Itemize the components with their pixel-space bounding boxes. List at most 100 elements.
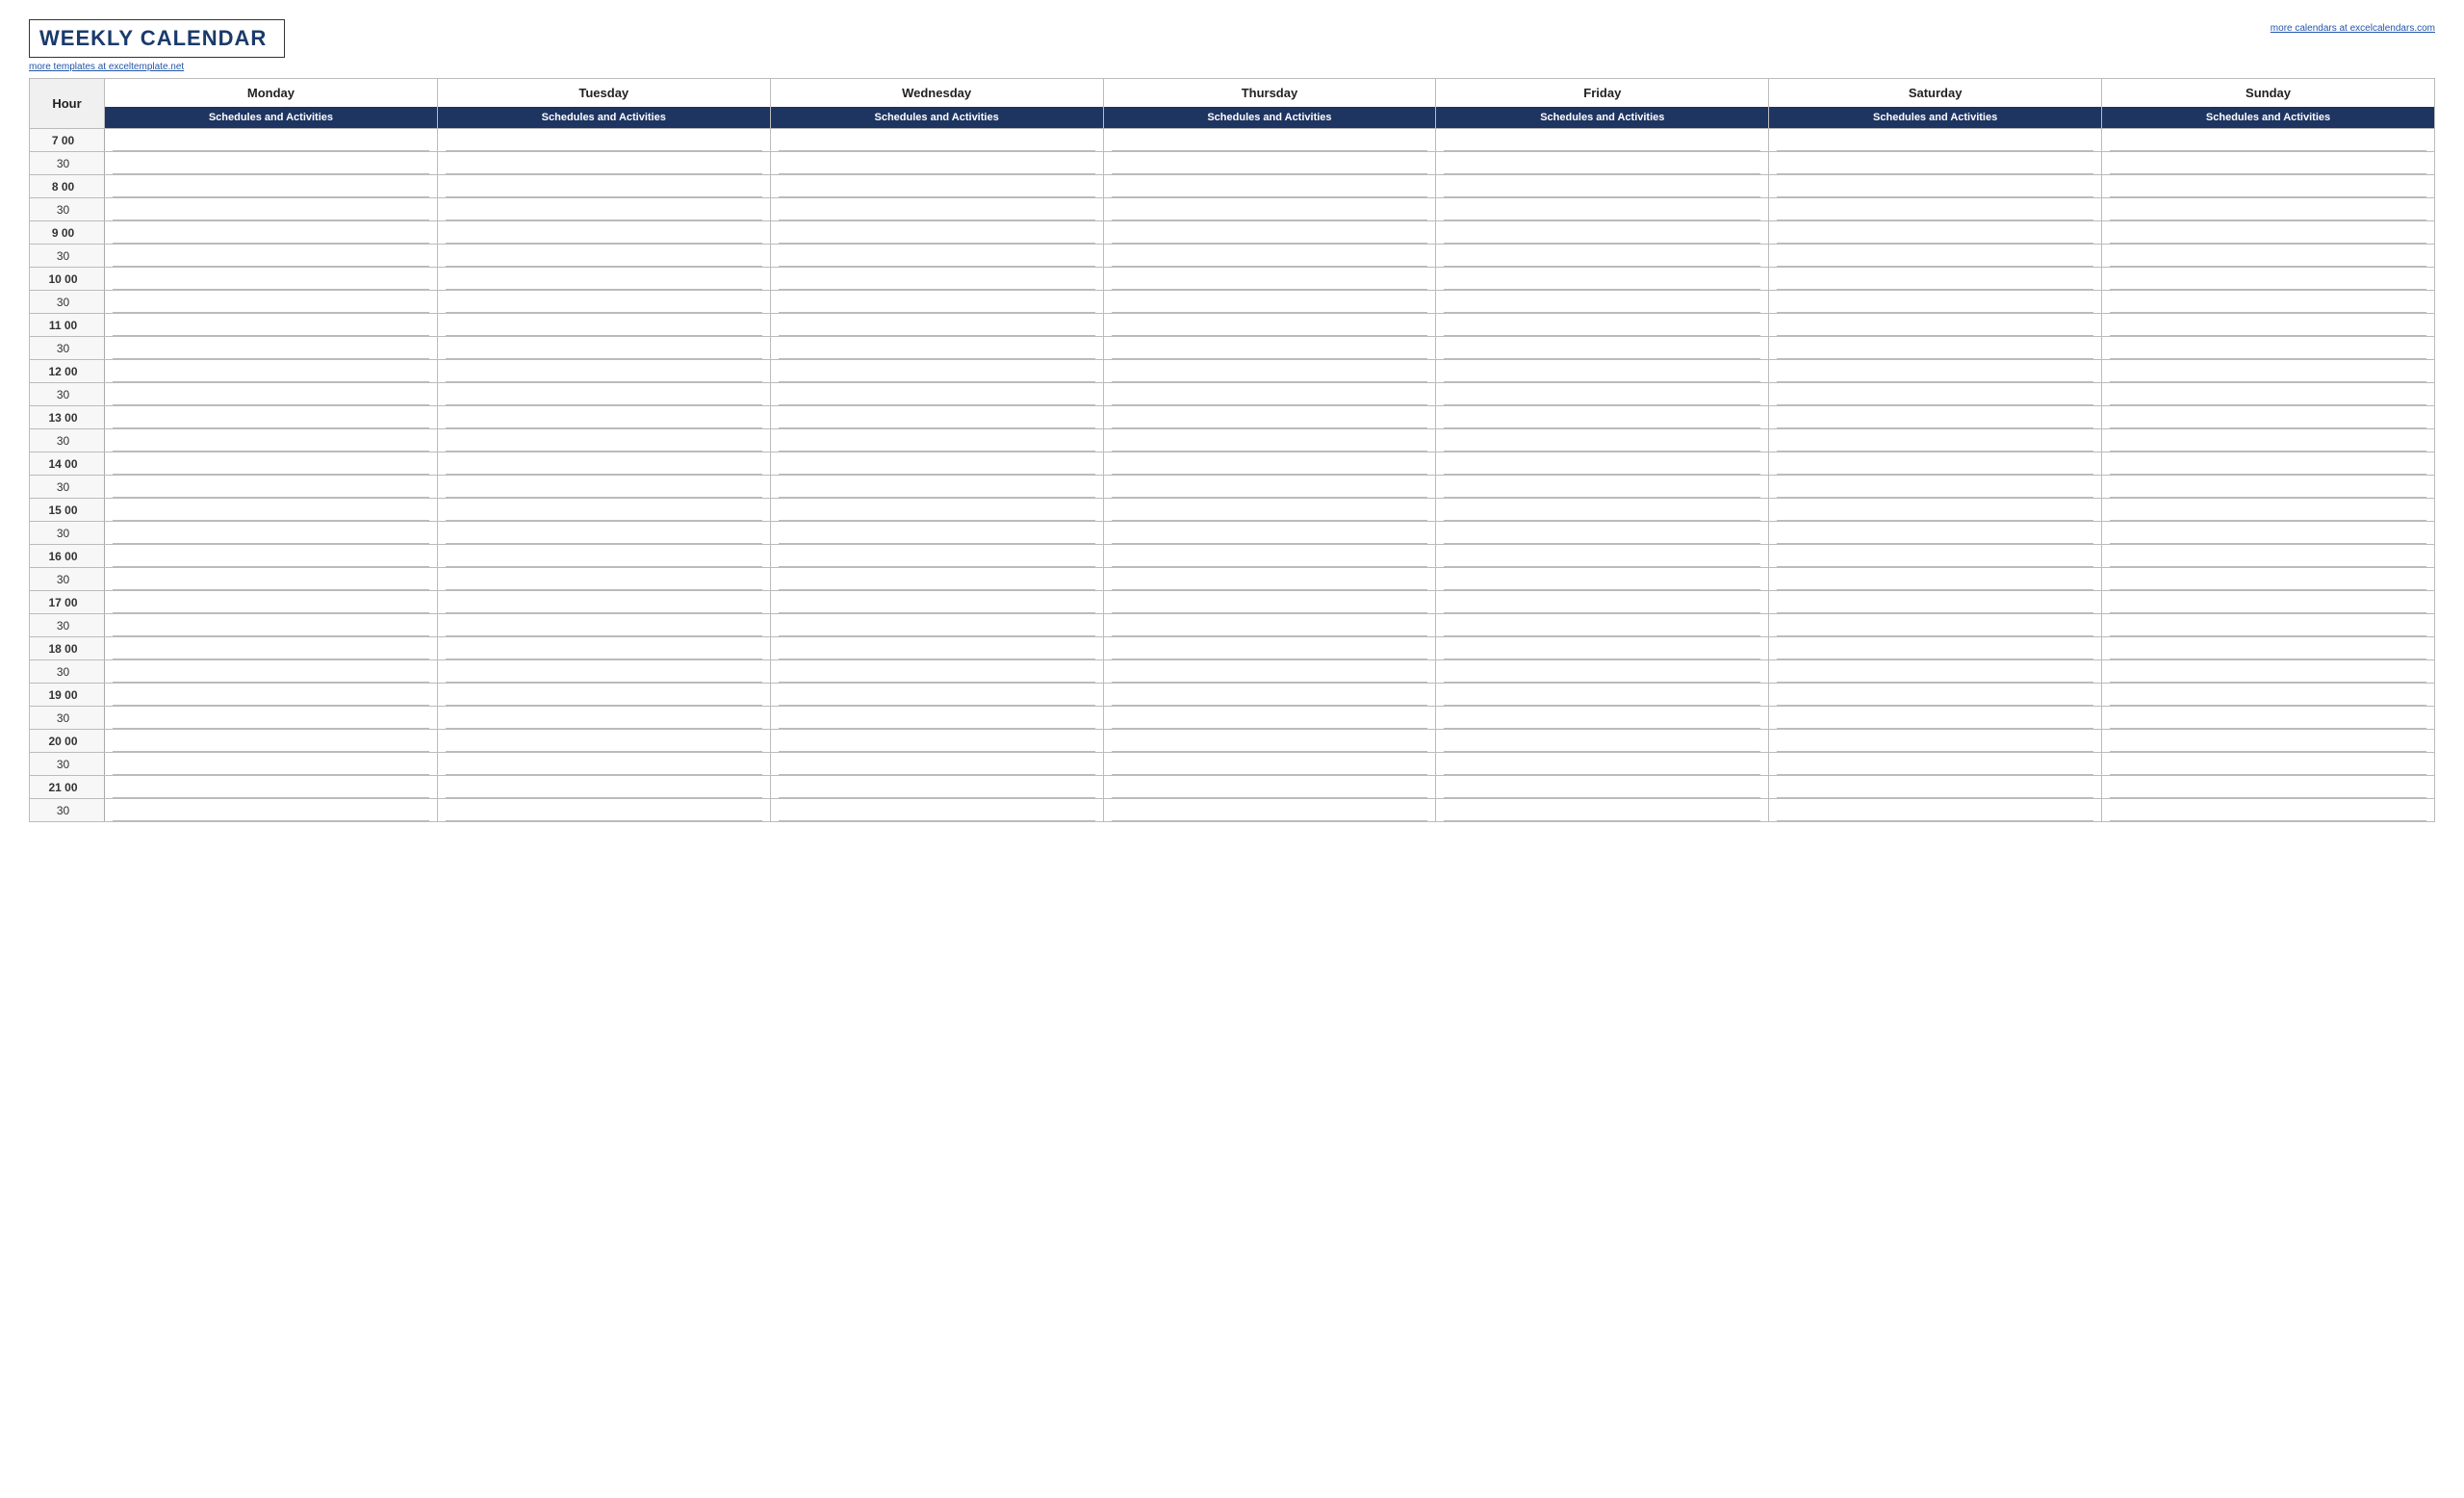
time-slot-cell[interactable] — [1769, 152, 2102, 175]
time-slot-cell[interactable] — [2102, 337, 2435, 360]
time-slot-cell[interactable] — [437, 175, 770, 198]
time-slot-cell[interactable] — [437, 591, 770, 614]
time-slot-cell[interactable] — [1103, 152, 1436, 175]
time-slot-cell[interactable] — [1769, 129, 2102, 152]
time-slot-cell[interactable] — [1436, 776, 1769, 799]
time-slot-cell[interactable] — [2102, 129, 2435, 152]
time-slot-cell[interactable] — [1769, 660, 2102, 684]
time-slot-cell[interactable] — [1103, 221, 1436, 245]
time-slot-cell[interactable] — [1103, 360, 1436, 383]
time-slot-cell[interactable] — [1103, 175, 1436, 198]
time-slot-cell[interactable] — [1769, 383, 2102, 406]
watermark-left[interactable]: more templates at exceltemplate.net — [29, 62, 285, 72]
time-slot-cell[interactable] — [1103, 268, 1436, 291]
time-slot-cell[interactable] — [1103, 499, 1436, 522]
time-slot-cell[interactable] — [105, 476, 438, 499]
time-slot-cell[interactable] — [105, 383, 438, 406]
time-slot-cell[interactable] — [1103, 637, 1436, 660]
time-slot-cell[interactable] — [1769, 360, 2102, 383]
time-slot-cell[interactable] — [105, 152, 438, 175]
time-slot-cell[interactable] — [770, 198, 1103, 221]
time-slot-cell[interactable] — [437, 129, 770, 152]
time-slot-cell[interactable] — [1769, 198, 2102, 221]
time-slot-cell[interactable] — [1436, 730, 1769, 753]
time-slot-cell[interactable] — [105, 522, 438, 545]
time-slot-cell[interactable] — [770, 707, 1103, 730]
time-slot-cell[interactable] — [2102, 614, 2435, 637]
time-slot-cell[interactable] — [2102, 660, 2435, 684]
time-slot-cell[interactable] — [1103, 314, 1436, 337]
time-slot-cell[interactable] — [2102, 268, 2435, 291]
time-slot-cell[interactable] — [770, 406, 1103, 429]
time-slot-cell[interactable] — [437, 499, 770, 522]
time-slot-cell[interactable] — [770, 476, 1103, 499]
time-slot-cell[interactable] — [105, 337, 438, 360]
time-slot-cell[interactable] — [770, 291, 1103, 314]
time-slot-cell[interactable] — [1769, 268, 2102, 291]
time-slot-cell[interactable] — [1769, 429, 2102, 452]
time-slot-cell[interactable] — [105, 591, 438, 614]
time-slot-cell[interactable] — [105, 406, 438, 429]
time-slot-cell[interactable] — [105, 614, 438, 637]
time-slot-cell[interactable] — [105, 268, 438, 291]
time-slot-cell[interactable] — [1103, 383, 1436, 406]
time-slot-cell[interactable] — [1769, 637, 2102, 660]
time-slot-cell[interactable] — [2102, 429, 2435, 452]
time-slot-cell[interactable] — [1103, 198, 1436, 221]
time-slot-cell[interactable] — [437, 637, 770, 660]
time-slot-cell[interactable] — [2102, 545, 2435, 568]
time-slot-cell[interactable] — [105, 360, 438, 383]
time-slot-cell[interactable] — [105, 499, 438, 522]
time-slot-cell[interactable] — [437, 429, 770, 452]
time-slot-cell[interactable] — [2102, 499, 2435, 522]
time-slot-cell[interactable] — [1769, 406, 2102, 429]
time-slot-cell[interactable] — [1103, 337, 1436, 360]
time-slot-cell[interactable] — [105, 198, 438, 221]
time-slot-cell[interactable] — [770, 776, 1103, 799]
time-slot-cell[interactable] — [1436, 753, 1769, 776]
time-slot-cell[interactable] — [437, 730, 770, 753]
time-slot-cell[interactable] — [2102, 383, 2435, 406]
time-slot-cell[interactable] — [2102, 684, 2435, 707]
time-slot-cell[interactable] — [1769, 476, 2102, 499]
time-slot-cell[interactable] — [1103, 753, 1436, 776]
time-slot-cell[interactable] — [770, 753, 1103, 776]
time-slot-cell[interactable] — [1103, 545, 1436, 568]
time-slot-cell[interactable] — [1436, 452, 1769, 476]
time-slot-cell[interactable] — [1436, 429, 1769, 452]
time-slot-cell[interactable] — [1103, 660, 1436, 684]
time-slot-cell[interactable] — [1103, 522, 1436, 545]
time-slot-cell[interactable] — [1769, 568, 2102, 591]
time-slot-cell[interactable] — [2102, 198, 2435, 221]
time-slot-cell[interactable] — [1436, 314, 1769, 337]
time-slot-cell[interactable] — [770, 545, 1103, 568]
time-slot-cell[interactable] — [437, 245, 770, 268]
time-slot-cell[interactable] — [437, 707, 770, 730]
time-slot-cell[interactable] — [437, 799, 770, 822]
time-slot-cell[interactable] — [2102, 175, 2435, 198]
time-slot-cell[interactable] — [2102, 221, 2435, 245]
time-slot-cell[interactable] — [1103, 291, 1436, 314]
time-slot-cell[interactable] — [1436, 499, 1769, 522]
time-slot-cell[interactable] — [770, 221, 1103, 245]
time-slot-cell[interactable] — [437, 545, 770, 568]
time-slot-cell[interactable] — [770, 360, 1103, 383]
time-slot-cell[interactable] — [1436, 707, 1769, 730]
time-slot-cell[interactable] — [437, 291, 770, 314]
time-slot-cell[interactable] — [1436, 660, 1769, 684]
time-slot-cell[interactable] — [2102, 360, 2435, 383]
time-slot-cell[interactable] — [1769, 684, 2102, 707]
time-slot-cell[interactable] — [1436, 383, 1769, 406]
time-slot-cell[interactable] — [2102, 245, 2435, 268]
time-slot-cell[interactable] — [1103, 614, 1436, 637]
time-slot-cell[interactable] — [2102, 291, 2435, 314]
time-slot-cell[interactable] — [1103, 684, 1436, 707]
time-slot-cell[interactable] — [1769, 245, 2102, 268]
time-slot-cell[interactable] — [1103, 707, 1436, 730]
time-slot-cell[interactable] — [437, 660, 770, 684]
time-slot-cell[interactable] — [1769, 776, 2102, 799]
time-slot-cell[interactable] — [1436, 545, 1769, 568]
time-slot-cell[interactable] — [1769, 314, 2102, 337]
time-slot-cell[interactable] — [105, 707, 438, 730]
time-slot-cell[interactable] — [2102, 314, 2435, 337]
